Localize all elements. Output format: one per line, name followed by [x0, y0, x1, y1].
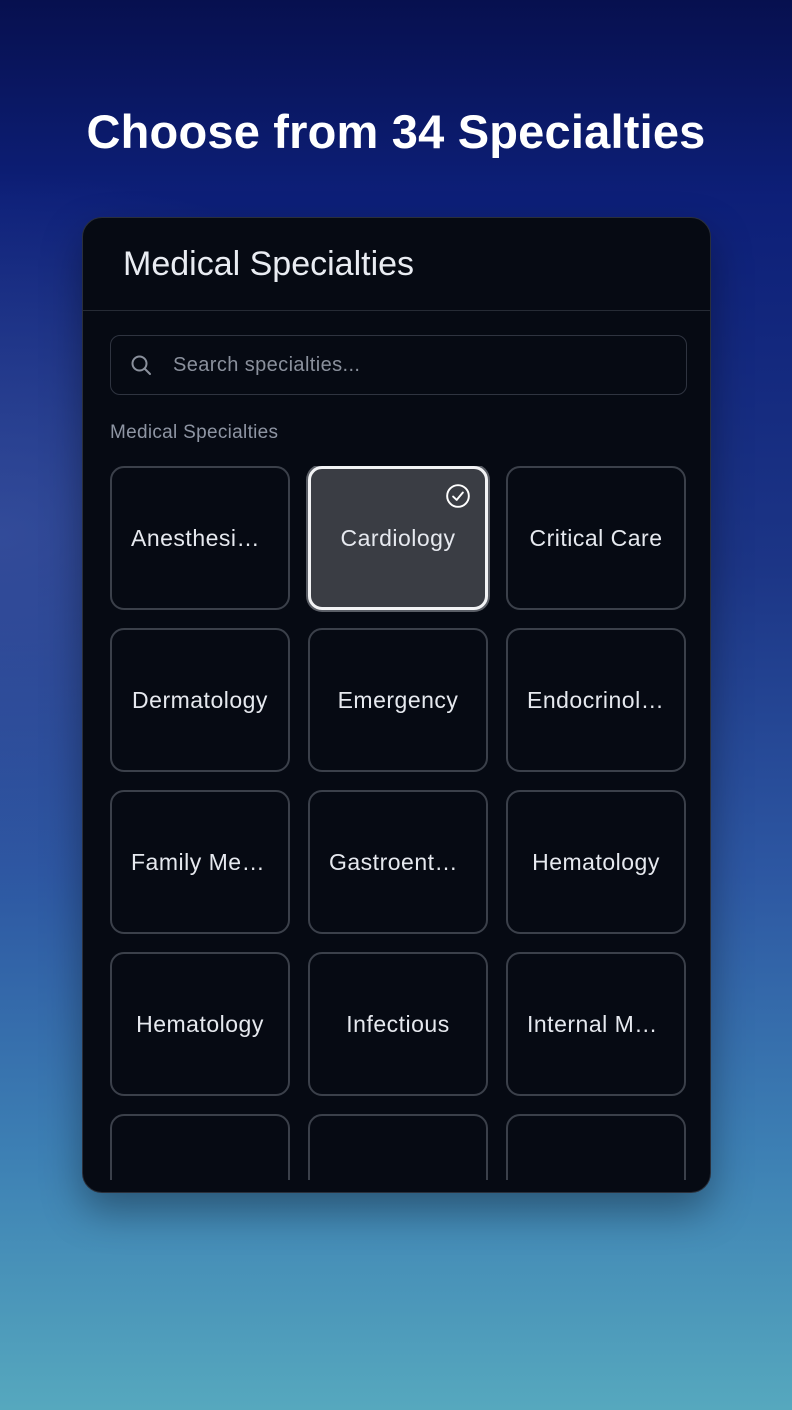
search-box[interactable]: [110, 335, 687, 395]
specialty-tile[interactable]: [110, 1114, 290, 1180]
search-icon: [131, 355, 151, 375]
specialty-tile[interactable]: Critical Care: [506, 466, 686, 610]
specialty-tile-label: Hematology: [136, 1010, 264, 1037]
specialty-grid: Anesthesiology Cardiology Critical Care Der…: [110, 466, 687, 1180]
specialty-tile[interactable]: Family Medicine: [110, 790, 290, 934]
specialty-tile-label: Anesthesiology: [131, 524, 269, 551]
specialty-tile[interactable]: Cardiology: [308, 466, 488, 610]
panel-title: Medical Specialties: [123, 244, 415, 283]
specialty-tile[interactable]: Emergency: [308, 628, 488, 772]
specialty-tile-label: Emergency: [337, 686, 459, 713]
specialty-tile[interactable]: Hematology: [506, 790, 686, 934]
specialty-tile-label: Hematology: [532, 848, 660, 875]
specialty-tile-label: Family Medicine: [131, 848, 269, 875]
specialty-tile-label: Internal Medicine: [527, 1010, 665, 1037]
specialties-panel: Medical Specialties Medical Specialties …: [82, 217, 711, 1193]
specialty-tile-label: Dermatology: [132, 686, 268, 713]
specialty-tile-label: Endocrinology: [527, 686, 665, 713]
specialty-tile[interactable]: Internal Medicine: [506, 952, 686, 1096]
specialty-grid-viewport[interactable]: Anesthesiology Cardiology Critical Care Der…: [110, 466, 687, 1180]
specialty-tile[interactable]: Infectious: [308, 952, 488, 1096]
specialty-tile[interactable]: Anesthesiology: [110, 466, 290, 610]
specialty-tile[interactable]: Hematology: [110, 952, 290, 1096]
specialty-tile[interactable]: Endocrinology: [506, 628, 686, 772]
specialty-tile[interactable]: Gastroenterology: [308, 790, 488, 934]
specialty-tile-label: Cardiology: [340, 524, 456, 551]
specialty-tile-label: Gastroenterology: [329, 848, 467, 875]
check-circle-icon: [446, 484, 470, 508]
section-label: Medical Specialties: [110, 422, 279, 443]
specialty-tile[interactable]: [308, 1114, 488, 1180]
specialty-tile-label: Critical Care: [529, 524, 663, 551]
page-headline: Choose from 34 Specialties: [86, 105, 706, 158]
specialty-tile[interactable]: Dermatology: [110, 628, 290, 772]
panel-header: Medical Specialties: [83, 218, 710, 311]
specialty-tile-label: Infectious: [346, 1010, 450, 1037]
search-input[interactable]: [173, 353, 653, 377]
specialty-tile[interactable]: [506, 1114, 686, 1180]
